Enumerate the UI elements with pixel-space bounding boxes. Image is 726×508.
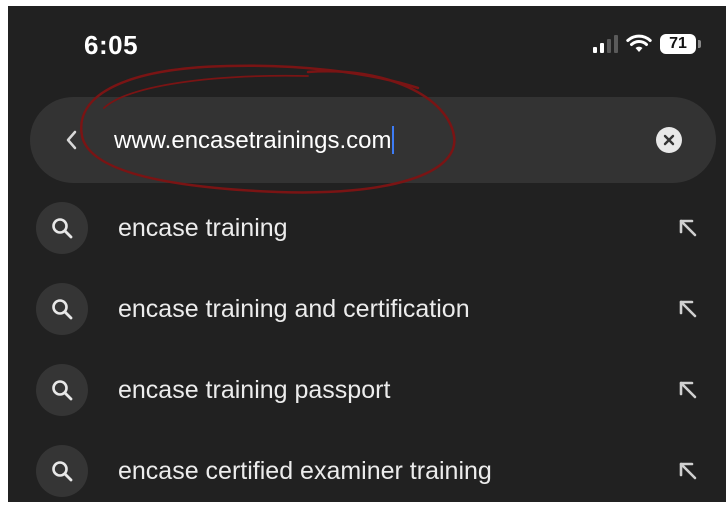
- search-icon: [36, 202, 88, 254]
- fill-query-arrow-icon[interactable]: [676, 297, 700, 321]
- battery-level: 71: [669, 35, 687, 52]
- suggestion-item[interactable]: encase training: [8, 188, 726, 269]
- suggestion-item[interactable]: encase certified examiner training: [8, 431, 726, 502]
- battery-indicator: 71: [660, 34, 701, 54]
- suggestion-label: encase certified examiner training: [118, 457, 492, 485]
- suggestion-label: encase training and certification: [118, 295, 470, 323]
- status-time: 6:05: [84, 30, 139, 60]
- search-icon: [36, 364, 88, 416]
- back-button[interactable]: [60, 125, 84, 155]
- wifi-icon: [626, 34, 652, 52]
- suggestion-label: encase training passport: [118, 376, 391, 404]
- clear-x-icon: [663, 134, 675, 146]
- status-icons: 71: [593, 34, 701, 54]
- url-input[interactable]: www.encasetrainings.com: [114, 126, 395, 155]
- address-bar[interactable]: www.encasetrainings.com: [30, 97, 716, 183]
- suggestion-list: encase training encase training and cert…: [8, 188, 726, 502]
- search-icon: [36, 445, 88, 497]
- fill-query-arrow-icon[interactable]: [676, 216, 700, 240]
- suggestion-label: encase training: [118, 214, 288, 242]
- fill-query-arrow-icon[interactable]: [676, 378, 700, 402]
- chevron-left-icon: [66, 130, 77, 150]
- browser-screen: 6:05 71 www.encasetrainings.com encase t…: [8, 6, 726, 502]
- url-value: www.encasetrainings.com: [114, 127, 392, 154]
- clear-button[interactable]: [656, 127, 682, 153]
- cellular-signal-icon: [593, 35, 618, 53]
- suggestion-item[interactable]: encase training passport: [8, 350, 726, 431]
- suggestion-item[interactable]: encase training and certification: [8, 269, 726, 350]
- fill-query-arrow-icon[interactable]: [676, 459, 700, 483]
- text-caret: [392, 126, 395, 154]
- search-icon: [36, 283, 88, 335]
